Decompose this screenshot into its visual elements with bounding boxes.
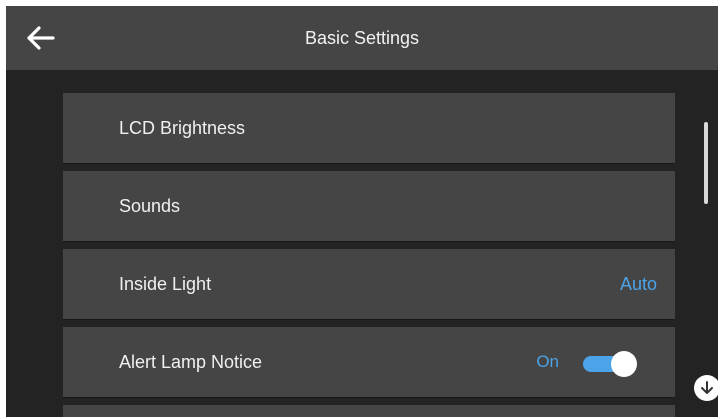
settings-list: LCD Brightness Sounds Inside Light Auto … — [63, 93, 675, 405]
setting-label: Inside Light — [119, 274, 212, 294]
setting-row-sounds[interactable]: Sounds — [63, 171, 675, 241]
toggle-knob — [611, 351, 637, 377]
arrow-left-icon — [27, 26, 55, 50]
setting-row-partial[interactable] — [63, 405, 675, 417]
setting-row-lcd-brightness[interactable]: LCD Brightness — [63, 93, 675, 163]
page-title: Basic Settings — [304, 28, 420, 48]
toggle-state-label: On — [536, 352, 559, 371]
scroll-down-button[interactable] — [694, 375, 718, 401]
back-button[interactable] — [26, 20, 74, 56]
setting-row-inside-light[interactable]: Inside Light Auto — [63, 249, 675, 319]
alert-lamp-toggle[interactable] — [583, 351, 637, 377]
arrow-down-circle-icon — [701, 381, 713, 394]
setting-row-alert-lamp-notice[interactable]: Alert Lamp Notice On — [63, 327, 675, 397]
setting-label: Alert Lamp Notice — [119, 352, 263, 372]
toggle-group: On — [536, 327, 637, 397]
setting-label: Sounds — [119, 196, 181, 216]
setting-value: Auto — [619, 274, 657, 294]
settings-screen: Basic Settings LCD Brightness Sounds Ins… — [6, 6, 718, 417]
scrollbar-thumb[interactable] — [704, 122, 708, 204]
setting-label: LCD Brightness — [119, 118, 246, 138]
header-bar: Basic Settings — [6, 6, 718, 70]
